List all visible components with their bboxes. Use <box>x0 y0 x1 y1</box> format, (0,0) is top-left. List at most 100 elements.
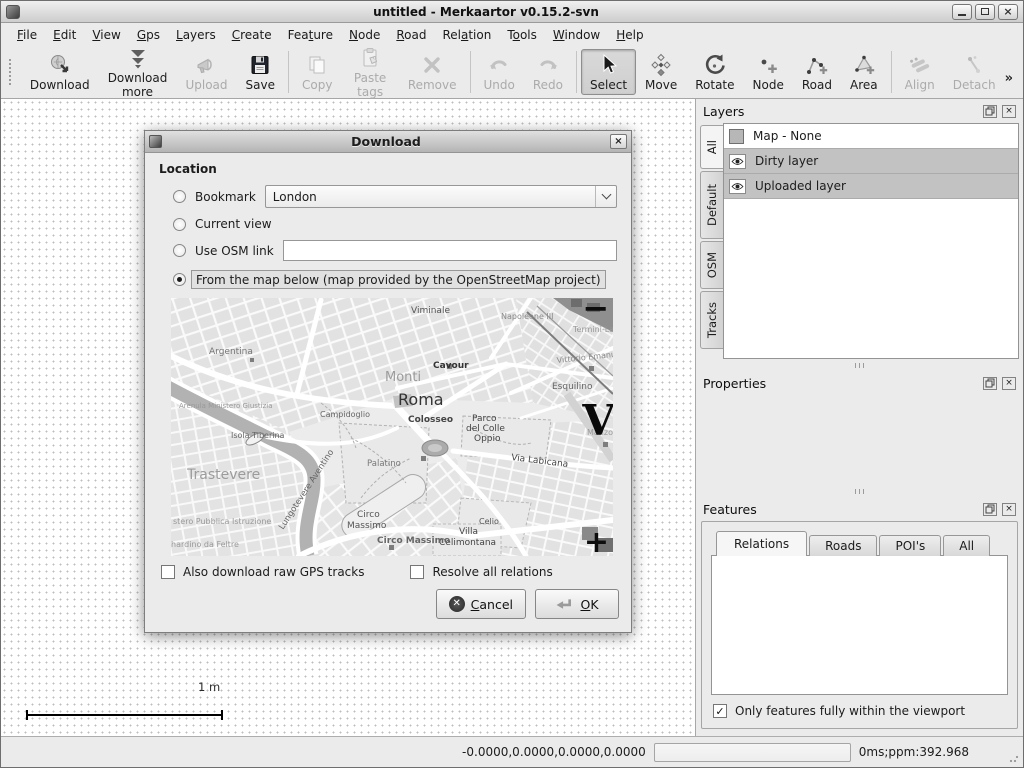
menu-view[interactable]: View <box>84 25 128 45</box>
eye-icon[interactable] <box>729 154 746 169</box>
layer-row[interactable]: Dirty layer <box>724 149 1018 174</box>
dock-splitter[interactable] <box>699 359 1020 371</box>
layers-panel-header: Layers × <box>699 99 1020 121</box>
toolbar-drag-handle[interactable] <box>9 59 13 85</box>
detach-icon <box>962 53 986 77</box>
map-label: Cavour <box>433 361 469 371</box>
dock-splitter[interactable] <box>699 485 1020 497</box>
close-button[interactable]: × <box>998 4 1018 20</box>
area-button[interactable]: Area <box>841 49 887 95</box>
map-zoom-out-button[interactable]: − <box>582 298 609 324</box>
main-window: untitled - Merkaartor v0.15.2-svn × File… <box>0 0 1024 768</box>
toolbar-button-label: Undo <box>484 78 515 92</box>
redo-button[interactable]: Redo <box>524 49 572 95</box>
map-label: stero Pubblica Istruzione <box>173 517 271 526</box>
close-panel-icon[interactable]: × <box>1002 105 1016 118</box>
menubar: FileEditViewGpsLayersCreateFeatureNodeRo… <box>1 23 1023 46</box>
toolbar-button-label: Save <box>246 78 275 92</box>
node-button[interactable]: Node <box>744 49 793 95</box>
move-button[interactable]: Move <box>636 49 686 95</box>
float-panel-icon[interactable] <box>983 377 997 390</box>
map-canvas[interactable]: 1 m Download × Location Bookmark London <box>1 99 696 736</box>
menu-window[interactable]: Window <box>545 25 608 45</box>
map-label: Roma <box>398 390 444 409</box>
resize-grip[interactable] <box>1009 753 1019 763</box>
save-button[interactable]: Save <box>237 49 284 95</box>
toolbar-overflow-chevron[interactable]: » <box>1005 71 1021 98</box>
select-button[interactable]: Select <box>581 49 636 95</box>
osm-map-preview[interactable]: ArgentinaViminaleNapoleone IIITermini-La… <box>171 298 613 556</box>
menu-file[interactable]: File <box>9 25 45 45</box>
node-icon <box>756 53 780 77</box>
map-label: Colosseo <box>408 415 453 425</box>
menu-create[interactable]: Create <box>224 25 280 45</box>
resolve-relations-checkbox[interactable] <box>410 565 424 579</box>
paste-tags-button[interactable]: Paste tags <box>341 49 398 95</box>
remove-button[interactable]: Remove <box>399 49 466 95</box>
layer-row[interactable]: Map - None <box>724 124 1018 149</box>
menu-gps[interactable]: Gps <box>129 25 168 45</box>
layers-title: Layers <box>703 104 744 119</box>
layer-row[interactable]: Uploaded layer <box>724 174 1018 199</box>
eye-icon[interactable] <box>729 179 746 194</box>
menu-relation[interactable]: Relation <box>434 25 499 45</box>
map-label: hardino da Feltre <box>171 540 239 549</box>
menu-road[interactable]: Road <box>388 25 434 45</box>
toolbar-button-label: Redo <box>533 78 563 92</box>
toolbar-button-label: Area <box>850 78 878 92</box>
scale-bar <box>26 714 223 716</box>
features-list[interactable] <box>711 555 1008 695</box>
osm-link-radio[interactable] <box>173 244 186 257</box>
map-label: Napoleone III <box>501 312 554 321</box>
current-view-radio[interactable] <box>173 218 186 231</box>
map-zoom-in-button[interactable]: + <box>584 528 609 556</box>
features-tab-roads[interactable]: Roads <box>809 535 877 556</box>
close-panel-icon[interactable]: × <box>1002 377 1016 390</box>
menu-feature[interactable]: Feature <box>280 25 341 45</box>
road-button[interactable]: Road <box>793 49 841 95</box>
from-map-radio[interactable] <box>173 273 186 286</box>
ok-icon <box>555 597 574 612</box>
layer-label: Map - None <box>753 129 822 143</box>
download-button[interactable]: Download <box>21 49 99 95</box>
gps-tracks-checkbox[interactable] <box>161 565 175 579</box>
titlebar[interactable]: untitled - Merkaartor v0.15.2-svn × <box>1 1 1023 23</box>
maximize-button[interactable] <box>975 4 995 20</box>
rotate-button[interactable]: Rotate <box>686 49 743 95</box>
detach-button[interactable]: Detach <box>944 49 1005 95</box>
layers-tab-all[interactable]: All <box>700 125 723 169</box>
layers-tab-default[interactable]: Default <box>700 171 723 239</box>
features-tab-relations[interactable]: Relations <box>716 531 807 556</box>
menu-edit[interactable]: Edit <box>45 25 84 45</box>
chevron-down-icon[interactable] <box>595 186 616 207</box>
features-tab-all[interactable]: All <box>943 535 990 556</box>
cancel-button[interactable]: ✕Cancel <box>436 589 526 619</box>
toolbar-button-label: Align <box>905 78 935 92</box>
download-more-button[interactable]: Download more <box>99 49 177 95</box>
float-panel-icon[interactable] <box>983 105 997 118</box>
menu-help[interactable]: Help <box>608 25 651 45</box>
menu-tools[interactable]: Tools <box>499 25 545 45</box>
dialog-close-icon[interactable]: × <box>610 134 627 149</box>
undo-button[interactable]: Undo <box>475 49 524 95</box>
button-label: OK <box>580 597 598 612</box>
close-panel-icon[interactable]: × <box>1002 503 1016 516</box>
menu-node[interactable]: Node <box>341 25 388 45</box>
bookmark-combobox[interactable]: London <box>265 185 617 208</box>
minimize-button[interactable] <box>952 4 972 20</box>
layers-tab-tracks[interactable]: Tracks <box>700 291 723 349</box>
osm-link-input[interactable] <box>283 240 617 261</box>
ok-button[interactable]: OK <box>535 589 619 619</box>
copy-button[interactable]: Copy <box>293 49 341 95</box>
float-panel-icon[interactable] <box>983 503 997 516</box>
align-button[interactable]: Align <box>896 49 944 95</box>
menu-layers[interactable]: Layers <box>168 25 224 45</box>
area-icon <box>852 53 876 77</box>
upload-button[interactable]: Upload <box>176 49 236 95</box>
bookmark-radio[interactable] <box>173 190 186 203</box>
dialog-titlebar[interactable]: Download × <box>145 131 631 153</box>
layers-tab-osm[interactable]: OSM <box>700 241 723 289</box>
viewport-filter-checkbox[interactable]: ✓ <box>713 704 727 718</box>
features-tab-pois[interactable]: POI's <box>879 535 941 556</box>
layer-box[interactable] <box>729 129 744 144</box>
